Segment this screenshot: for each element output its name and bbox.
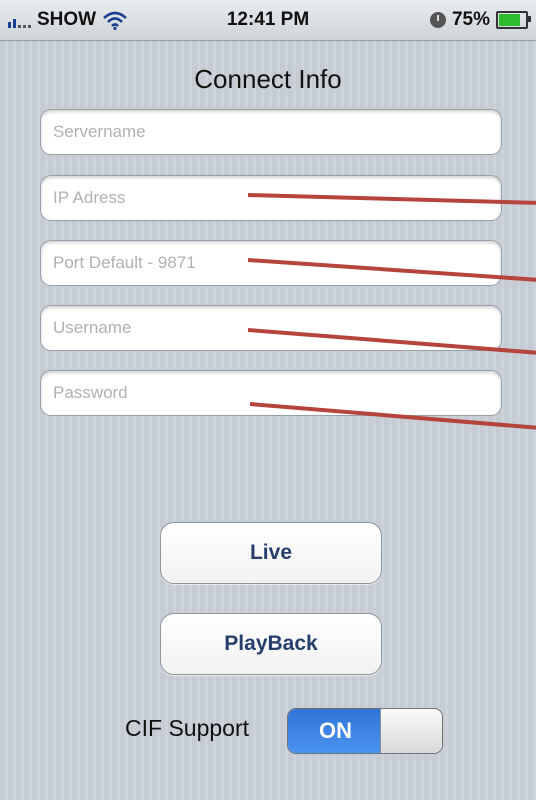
- cif-support-label: CIF Support: [125, 715, 249, 741]
- toggle-knob[interactable]: [380, 709, 442, 753]
- battery-icon: [496, 11, 531, 29]
- servername-input[interactable]: [40, 109, 502, 155]
- live-button[interactable]: Live: [160, 522, 382, 584]
- battery-percent: 75%: [451, 9, 490, 30]
- clock-icon: [429, 12, 446, 28]
- page-title: Connect Info: [194, 64, 342, 94]
- username-input[interactable]: [40, 305, 502, 351]
- port-input[interactable]: [40, 240, 502, 286]
- cif-support-toggle[interactable]: ON: [287, 708, 443, 754]
- battery-fill: [499, 14, 520, 26]
- toggle-on-label: ON: [288, 709, 383, 753]
- status-bar: SHOW 12:41 PM 75%: [0, 0, 536, 41]
- ip-address-input[interactable]: [40, 175, 502, 221]
- password-input[interactable]: [40, 370, 502, 416]
- playback-button[interactable]: PlayBack: [160, 613, 382, 675]
- status-right: 75%: [429, 9, 531, 31]
